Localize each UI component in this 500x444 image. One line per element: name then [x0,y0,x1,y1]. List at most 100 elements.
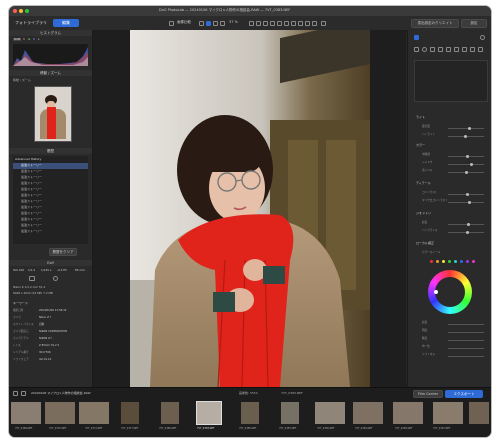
histogram-b-button[interactable]: B [33,38,35,41]
thumbnail[interactable] [353,402,383,424]
saturation-knob[interactable] [467,223,470,226]
histogram-r-button[interactable]: R [23,38,25,41]
thumbnail[interactable] [45,402,75,424]
swatch-blue[interactable] [460,260,463,263]
horizon-icon[interactable] [263,21,268,26]
shadows-slider[interactable] [448,164,484,165]
section-color-title[interactable]: カラー [416,144,425,147]
thumbnail[interactable] [315,402,345,424]
brush-icon[interactable] [462,47,467,52]
sort-icon[interactable] [21,391,26,396]
search-icon[interactable] [480,35,485,40]
history-item[interactable]: 最適ストーリー [21,218,42,221]
vibrance-knob[interactable] [466,231,469,234]
perspective-icon[interactable] [270,21,275,26]
blacks-knob[interactable] [465,171,468,174]
mask-icon[interactable] [284,21,289,26]
history-item[interactable]: 最適ストーリー [21,206,42,209]
adjustments-icon[interactable] [414,35,419,40]
exposure-slider[interactable] [448,128,484,129]
history-item[interactable]: 最適ストーリー [21,164,42,167]
export-button[interactable]: エクスポート [445,390,483,398]
eye-icon[interactable] [312,21,317,26]
star-icon[interactable] [470,47,475,52]
history-item[interactable]: 最適ストーリー [21,176,42,179]
section-light-title[interactable]: ライト [416,116,425,119]
history-item[interactable]: 最適ストーリー [21,224,42,227]
histogram-g-button[interactable]: G [28,38,30,41]
history-item[interactable]: Advanced History [15,158,41,161]
history-item[interactable]: 最適ストーリー [21,182,42,185]
color-wheel-handle[interactable] [434,290,438,294]
export-settings-button[interactable]: 書出設定のクリエイト [411,19,459,28]
thumbnail[interactable] [11,402,41,424]
local-icon[interactable] [454,47,459,52]
crop-icon[interactable] [169,21,174,26]
swatch-magenta[interactable] [472,260,475,263]
tab-library[interactable]: フォトライブラリ [15,21,47,25]
wheel-saturation-slider[interactable] [448,324,484,325]
microcontrast-knob[interactable] [468,201,471,204]
info-icon[interactable] [321,21,326,26]
thumbnail[interactable] [79,402,109,424]
zoom-window-button[interactable] [25,9,29,13]
wb-picker-icon[interactable] [206,21,211,26]
midtones-knob[interactable] [466,155,469,158]
tab-edit[interactable]: 編集 [53,19,79,27]
history-item[interactable]: 最適ストーリー [21,188,42,191]
watermark-icon[interactable] [291,21,296,26]
history-item[interactable]: 最適ストーリー [21,230,42,233]
color-wheel[interactable] [428,270,472,314]
swatch-purple[interactable] [466,260,469,263]
history-item[interactable]: 最適ストーリー [21,200,42,203]
swatch-cyan[interactable] [454,260,457,263]
swatch-yellow[interactable] [442,260,445,263]
section-local-title[interactable]: ローカル補正 [416,242,434,245]
thumbnail[interactable] [241,402,259,424]
settings-button[interactable]: 設定 [461,19,487,28]
image-canvas[interactable] [93,30,406,387]
exposure-knob[interactable] [468,127,471,130]
loupe-icon[interactable] [213,21,218,26]
history-item[interactable]: 最適ストーリー [21,212,42,215]
compare-label[interactable]: 画像比較 [177,20,191,25]
zoom-level[interactable]: 37 % [229,20,238,25]
wheel-softness-slider[interactable] [448,356,484,357]
light-icon[interactable] [422,47,427,52]
thumbnail[interactable] [161,402,179,424]
highlights-knob[interactable] [464,135,467,138]
redeye-icon[interactable] [277,21,282,26]
section-geometry-title[interactable]: ジオメトリ [416,212,431,215]
close-window-button[interactable] [13,9,17,13]
navigator-thumbnail[interactable] [34,86,72,142]
clear-history-button[interactable]: 履歴をクリア [49,248,77,256]
minimize-window-button[interactable] [19,9,23,13]
swatch-red[interactable] [430,260,433,263]
thumbnail[interactable] [433,402,463,424]
straighten-icon[interactable] [199,21,204,26]
repair-icon[interactable] [256,21,261,26]
all-tools-icon[interactable] [414,47,419,52]
wheel-lightness-slider[interactable] [448,332,484,333]
pen-icon[interactable] [478,47,483,52]
thumbnail[interactable] [121,402,139,424]
local-adjust-icon[interactable] [249,21,254,26]
before-after-icon[interactable] [298,21,303,26]
thumbnail[interactable] [393,402,423,424]
histogram-l-button[interactable]: L [38,38,40,41]
swatch-green[interactable] [448,260,451,263]
contrast-knob[interactable] [466,193,469,196]
filter-icon[interactable] [13,391,18,396]
exif-header[interactable]: Exif [9,260,92,266]
histogram-rgb-button[interactable]: RGB [13,38,22,41]
histogram-header[interactable]: ヒストグラム [9,30,92,36]
color-icon[interactable] [430,47,435,52]
swatch-orange[interactable] [436,260,439,263]
thumbnail[interactable] [281,402,299,424]
navigator-header[interactable]: 移動 / ズーム [9,70,92,76]
thumbnail[interactable] [469,402,489,424]
detail-icon[interactable] [438,47,443,52]
grid-icon[interactable] [305,21,310,26]
wheel-uniformity-slider[interactable] [448,348,484,349]
film-carrier-button[interactable]: Film Carrier [413,390,443,398]
